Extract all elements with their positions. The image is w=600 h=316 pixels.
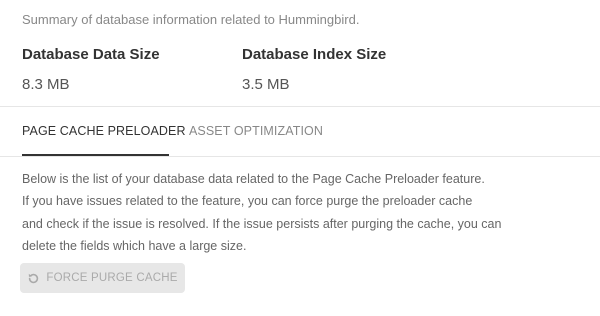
stat-label: Database Data Size	[22, 46, 160, 63]
button-label: FORCE PURGE CACHE	[46, 272, 178, 284]
description-line: delete the fields which have a large siz…	[22, 238, 247, 253]
stat-value: 8.3 MB	[22, 76, 70, 93]
refresh-icon	[27, 272, 40, 285]
stat-database-index-size: Database Index Size 3.5 MB	[242, 46, 386, 93]
tab-asset-optimization[interactable]: ASSET OPTIMIZATION	[189, 107, 323, 156]
stat-value: 3.5 MB	[242, 76, 290, 93]
description: Below is the list of your database data …	[22, 168, 582, 257]
force-purge-cache-button[interactable]: FORCE PURGE CACHE	[20, 263, 185, 293]
description-line: Below is the list of your database data …	[22, 172, 485, 186]
description-line: and check if the issue is resolved. If t…	[22, 216, 502, 231]
description-line: If you have issues related to the featur…	[22, 194, 473, 209]
tab-page-cache-preloader[interactable]: PAGE CACHE PRELOADER	[22, 107, 186, 156]
tab-bar: PAGE CACHE PRELOADER ASSET OPTIMIZATION	[0, 107, 600, 157]
stat-label: Database Index Size	[242, 46, 387, 63]
summary-text: Summary of database information related …	[22, 12, 360, 27]
stat-database-data-size: Database Data Size 8.3 MB	[22, 46, 160, 93]
